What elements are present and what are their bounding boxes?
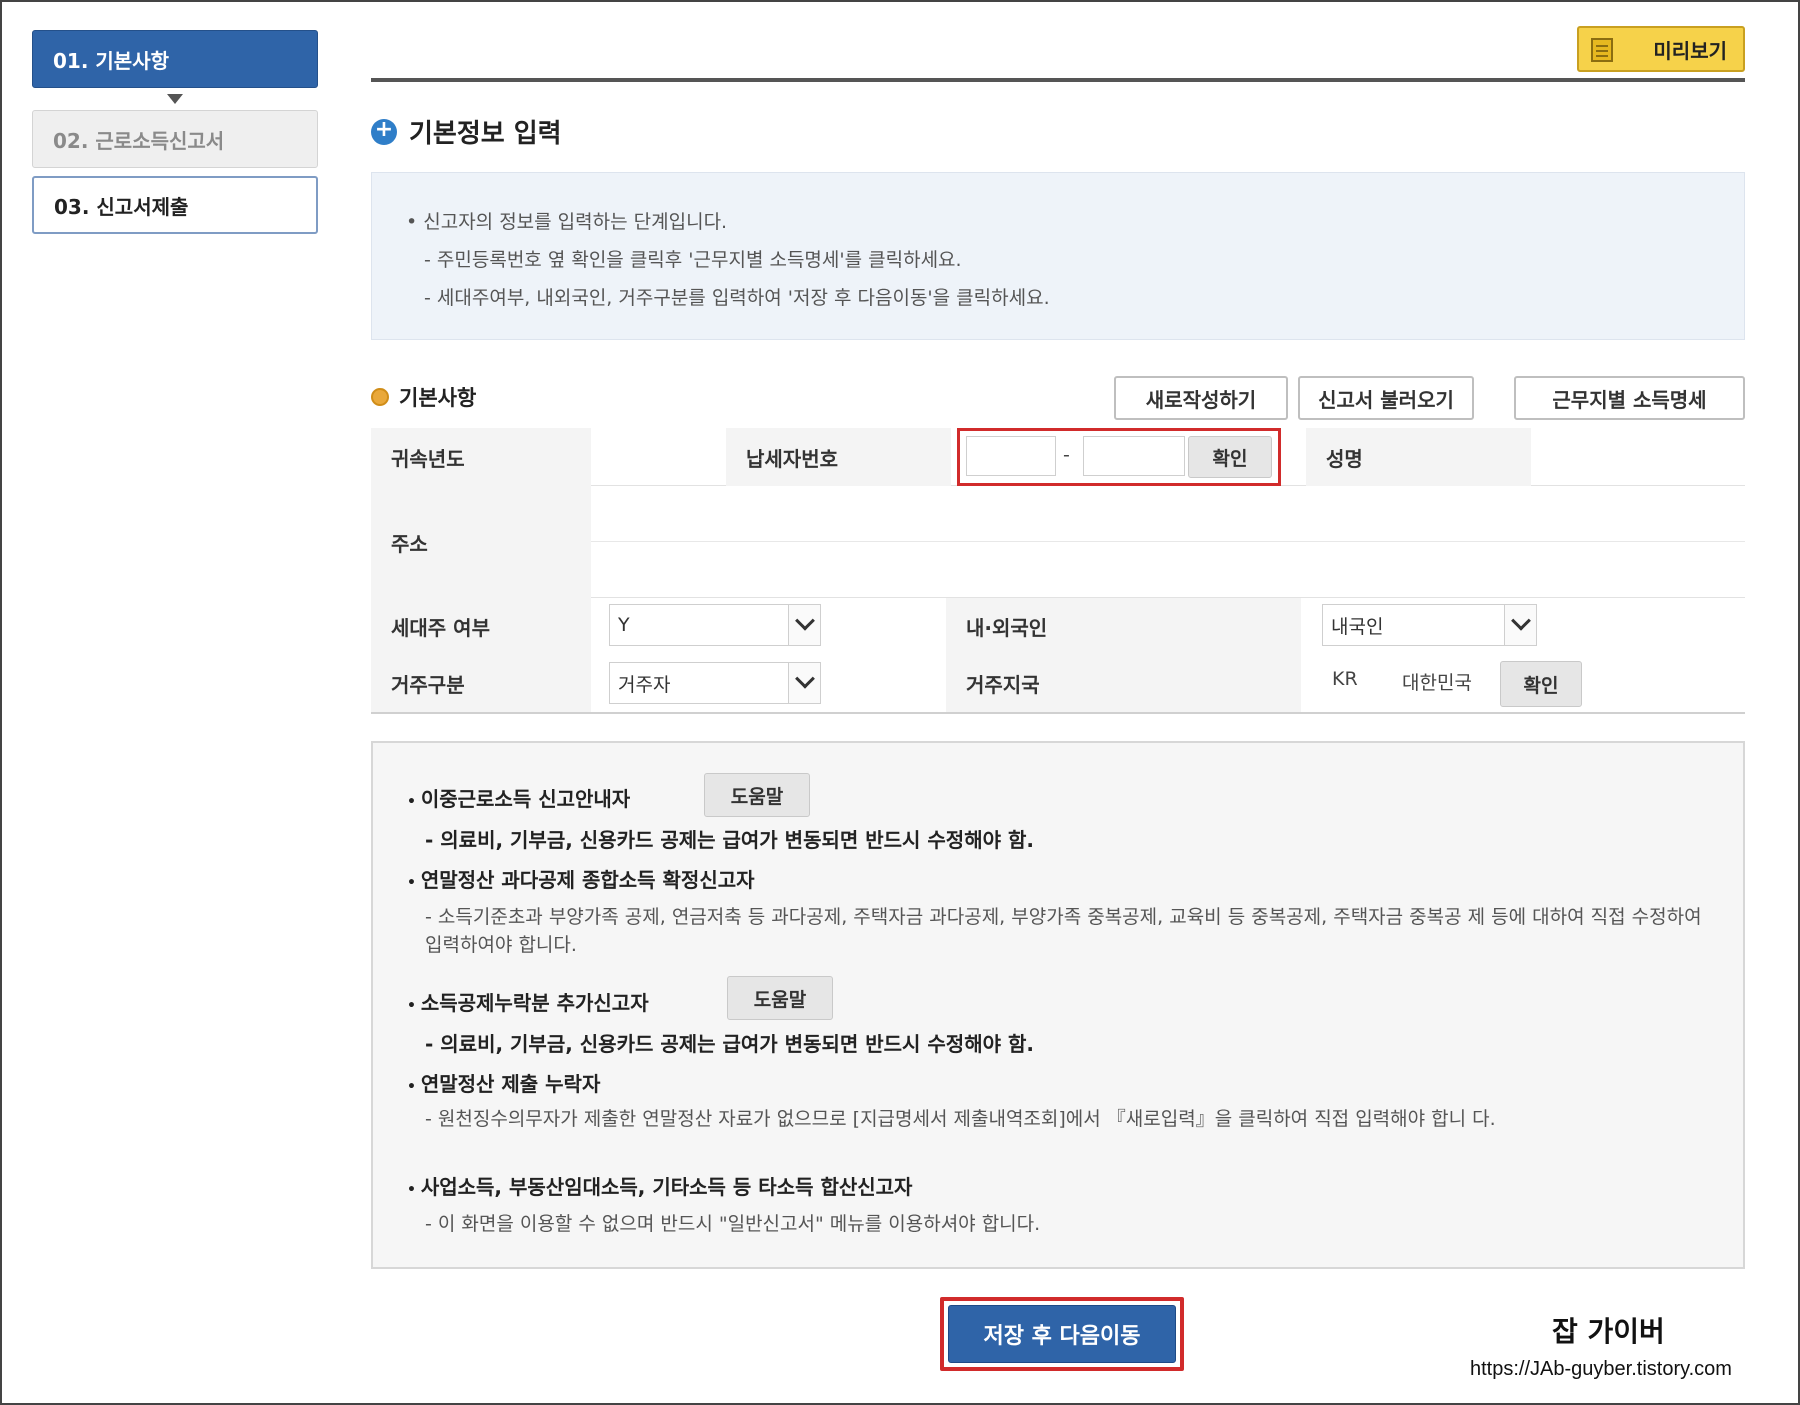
note-desc-5: - 이 화면을 이용할 수 없으며 반드시 "일반신고서" 메뉴를 이용하셔야 …	[425, 1213, 1041, 1235]
basic-section-title: 기본사항	[371, 382, 476, 412]
note-heading-5: 사업소득, 부동산임대소득, 기타소득 등 타소득 합산신고자	[407, 1171, 913, 1200]
info-box: • 신고자의 정보를 입력하는 단계입니다. - 주민등록번호 옆 확인을 클릭…	[371, 172, 1745, 340]
form-row-address: 주소	[371, 486, 1745, 598]
country-name: 대한민국	[1402, 672, 1472, 694]
basic-section-title-text: 기본사항	[399, 386, 477, 410]
note-desc-2: - 소득기준초과 부양가족 공제, 연금저축 등 과다공제, 주택자금 과다공제…	[425, 906, 1702, 956]
header-divider	[371, 78, 1745, 82]
new-report-button[interactable]: 새로작성하기	[1114, 376, 1288, 420]
workplace-income-button[interactable]: 근무지별 소득명세	[1514, 376, 1745, 420]
section-title-text: 기본정보 입력	[409, 119, 562, 149]
notes-box: 이중근로소득 신고안내자 도움말 - 의료비, 기부금, 신용카드 공제는 급여…	[371, 741, 1745, 1269]
step-basic[interactable]: 01. 기본사항	[32, 30, 318, 88]
bullet-dot-icon	[371, 388, 389, 406]
chevron-down-icon	[1504, 605, 1536, 645]
taxpayer-number-part2[interactable]	[1083, 436, 1185, 476]
note-heading-3: 소득공제누락분 추가신고자	[407, 987, 649, 1016]
info-line-1: • 신고자의 정보를 입력하는 단계입니다.	[406, 211, 728, 233]
chevron-down-icon	[788, 663, 820, 703]
nationality-select[interactable]: 내국인	[1322, 604, 1537, 646]
address-label: 주소	[371, 486, 591, 598]
form-row-household: 세대주 여부 내·외국인	[371, 598, 1745, 654]
residence-select-value: 거주자	[618, 673, 671, 696]
residence-label: 거주구분	[371, 654, 591, 712]
year-label: 귀속년도	[371, 428, 591, 486]
note-desc-3: - 의료비, 기부금, 신용카드 공제는 급여가 변동되면 반드시 수정해야 함…	[425, 1032, 1034, 1056]
preview-button-label: 미리보기	[1653, 38, 1727, 63]
step-income-report-label: 02. 근로소득신고서	[53, 128, 225, 153]
household-select[interactable]: Y	[609, 604, 821, 646]
step-basic-label: 01. 기본사항	[53, 48, 169, 73]
watermark-url: https://JAb-guyber.tistory.com	[1470, 1358, 1732, 1380]
plus-circle-icon	[371, 117, 397, 145]
address-divider	[591, 541, 1745, 542]
note-desc-1: - 의료비, 기부금, 신용카드 공제는 급여가 변동되면 반드시 수정해야 함…	[425, 828, 1034, 852]
household-select-value: Y	[618, 614, 630, 636]
save-next-button[interactable]: 저장 후 다음이동	[948, 1305, 1176, 1363]
help-button-1[interactable]: 도움말	[704, 773, 810, 817]
taxpayer-confirm-button[interactable]: 확인	[1188, 436, 1272, 478]
name-label: 성명	[1306, 428, 1531, 486]
nationality-select-value: 내국인	[1331, 615, 1384, 638]
preview-button[interactable]: 미리보기	[1577, 26, 1745, 72]
note-heading-2: 연말정산 과다공제 종합소득 확정신고자	[407, 864, 755, 893]
taxpayer-label: 납세자번호	[726, 428, 951, 486]
step-submit-label: 03. 신고서제출	[54, 194, 189, 219]
info-line-2: - 주민등록번호 옆 확인을 클릭후 '근무지별 소득명세'를 클릭하세요.	[424, 249, 962, 271]
section-title: 기본정보 입력	[371, 113, 562, 150]
step-income-report[interactable]: 02. 근로소득신고서	[32, 110, 318, 168]
household-label: 세대주 여부	[371, 598, 591, 654]
step-submit[interactable]: 03. 신고서제출	[32, 176, 318, 234]
watermark-name: 잡 가이버	[1552, 1315, 1665, 1348]
country-label: 거주지국	[946, 654, 1301, 712]
step-nav: 01. 기본사항 02. 근로소득신고서 03. 신고서제출	[32, 30, 318, 234]
load-report-button[interactable]: 신고서 불러오기	[1298, 376, 1474, 420]
step-arrow-icon	[167, 94, 183, 104]
note-heading-1: 이중근로소득 신고안내자	[407, 783, 630, 812]
residence-select[interactable]: 거주자	[609, 662, 821, 704]
taxpayer-number-part1[interactable]	[966, 436, 1056, 476]
nationality-label: 내·외국인	[946, 598, 1301, 654]
chevron-down-icon	[788, 605, 820, 645]
taxpayer-dash: -	[1063, 444, 1070, 466]
country-code: KR	[1332, 668, 1358, 690]
note-heading-4: 연말정산 제출 누락자	[407, 1068, 601, 1097]
note-desc-4: - 원천징수의무자가 제출한 연말정산 자료가 없으므로 [지급명세서 제출내역…	[425, 1108, 1496, 1130]
info-line-3: - 세대주여부, 내외국인, 거주구분를 입력하여 '저장 후 다음이동'을 클…	[424, 287, 1050, 309]
document-icon	[1591, 38, 1613, 62]
country-confirm-button[interactable]: 확인	[1500, 661, 1582, 707]
help-button-2[interactable]: 도움말	[727, 976, 833, 1020]
